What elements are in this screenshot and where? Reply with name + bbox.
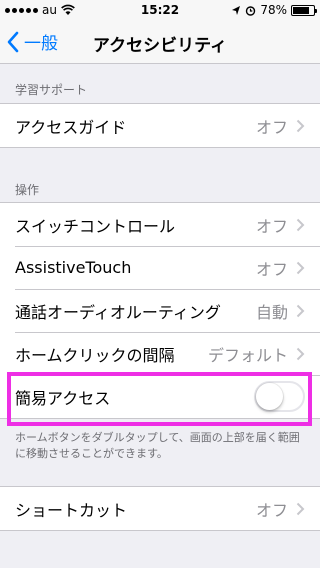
row-value: デフォルト — [207, 345, 288, 365]
alarm-clock-icon — [246, 5, 256, 16]
row-label: スイッチコントロール — [15, 216, 176, 236]
row-label: 通話オーディオルーティング — [15, 302, 221, 322]
battery-level-fill — [293, 6, 309, 14]
section-header-learning: 学習サポート — [15, 83, 88, 97]
row-switch-control[interactable]: スイッチコントロール オフ — [0, 203, 320, 246]
chevron-right-icon — [296, 218, 305, 231]
reachability-description: ホームボタンをダブルタップして、画面の上部を届く範囲に移動させることができます。 — [15, 431, 300, 460]
row-value: オフ — [255, 117, 288, 137]
group-learning: アクセスガイド オフ — [0, 103, 320, 148]
row-value: 自動 — [255, 302, 288, 322]
chevron-right-icon — [296, 261, 305, 274]
battery-percent: 78% — [260, 3, 287, 17]
row-label: アクセスガイド — [15, 117, 127, 137]
row-call-audio-routing[interactable]: 通話オーディオルーティング 自動 — [0, 289, 320, 332]
row-value: オフ — [255, 259, 288, 279]
chevron-right-icon — [296, 347, 305, 360]
battery-icon — [291, 4, 317, 16]
page-title: アクセシビリティ — [92, 36, 228, 56]
status-bar: au 15:22 78% — [0, 0, 320, 20]
chevron-right-icon — [296, 502, 305, 515]
group-shortcut: ショートカット オフ — [0, 486, 320, 531]
chevron-right-icon — [296, 119, 305, 132]
location-arrow-icon — [232, 5, 241, 15]
row-value: オフ — [255, 216, 288, 236]
status-right: 78% — [231, 3, 317, 17]
navigation-bar: 一般 アクセシビリティ — [0, 20, 320, 64]
row-guided-access[interactable]: アクセスガイド オフ — [0, 104, 320, 147]
row-home-click-speed[interactable]: ホームクリックの間隔 デフォルト — [0, 332, 320, 375]
row-label: AssistiveTouch — [15, 258, 132, 277]
row-shortcut[interactable]: ショートカット オフ — [0, 487, 320, 530]
chevron-right-icon — [296, 304, 305, 317]
row-assistivetouch[interactable]: AssistiveTouch オフ — [0, 246, 320, 289]
row-label: ホームクリックの間隔 — [15, 345, 175, 365]
row-value: オフ — [255, 500, 288, 520]
highlight-annotation — [7, 372, 312, 426]
row-label: ショートカット — [15, 500, 128, 520]
section-header-interaction: 操作 — [15, 183, 40, 197]
